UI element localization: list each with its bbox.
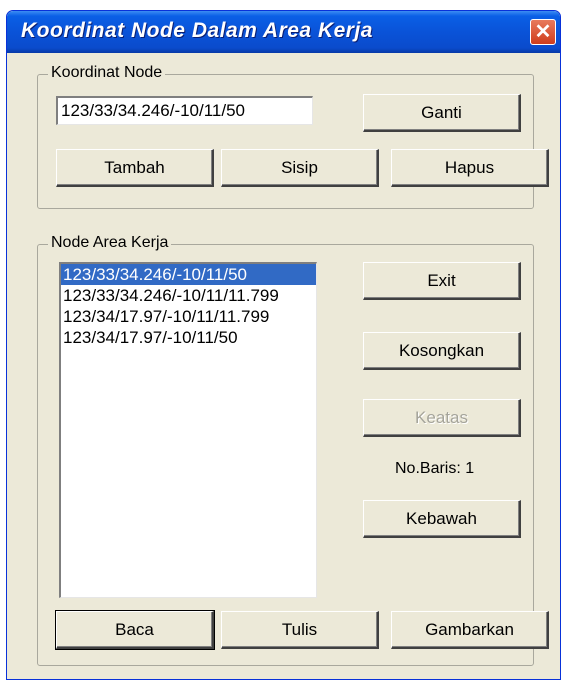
close-button[interactable]: ✕	[530, 19, 556, 45]
keatas-label: Keatas	[415, 407, 468, 427]
window-title: Koordinat Node Dalam Area Kerja	[21, 19, 373, 42]
kebawah-label: Kebawah	[406, 508, 477, 528]
tulis-label: Tulis	[281, 619, 318, 639]
exit-label: Exit	[427, 270, 456, 290]
close-icon: ✕	[534, 21, 552, 43]
hapus-label: Hapus	[444, 157, 495, 177]
gambarkan-button[interactable]: Gambarkan	[391, 611, 549, 649]
title-bar[interactable]: Koordinat Node Dalam Area Kerja ✕	[7, 11, 560, 53]
node-area-kerja-legend: Node Area Kerja	[48, 234, 172, 252]
sisip-label: Sisip	[281, 157, 318, 177]
tambah-button[interactable]: Tambah	[56, 149, 214, 187]
hapus-button[interactable]: Hapus	[391, 149, 549, 187]
tulis-button[interactable]: Tulis	[221, 611, 379, 649]
koordinat-node-legend: Koordinat Node	[48, 64, 166, 82]
list-item[interactable]: 123/33/34.246/-10/11/11.799	[61, 285, 316, 306]
sisip-button[interactable]: Sisip	[221, 149, 379, 187]
kosongkan-label: Kosongkan	[398, 340, 485, 360]
list-item[interactable]: 123/33/34.246/-10/11/50	[61, 264, 316, 285]
ganti-label: Ganti	[421, 102, 462, 122]
koordinat-input[interactable]	[56, 96, 313, 125]
nobaris-label: No.Baris: 1	[395, 460, 475, 477]
kebawah-button[interactable]: Kebawah	[363, 500, 521, 538]
tambah-label: Tambah	[104, 157, 165, 177]
gambarkan-label: Gambarkan	[425, 619, 514, 639]
keatas-button[interactable]: Keatas	[363, 399, 521, 437]
list-item[interactable]: 123/34/17.97/-10/11/11.799	[61, 306, 316, 327]
baca-button[interactable]: Baca	[55, 610, 215, 650]
list-item[interactable]: 123/34/17.97/-10/11/50	[61, 327, 316, 348]
ganti-button[interactable]: Ganti	[363, 94, 521, 132]
node-listbox[interactable]: 123/33/34.246/-10/11/50 123/33/34.246/-1…	[59, 262, 317, 598]
exit-button[interactable]: Exit	[363, 262, 521, 300]
kosongkan-button[interactable]: Kosongkan	[363, 332, 521, 370]
baca-label: Baca	[115, 619, 154, 639]
dialog-window: Koordinat Node Dalam Area Kerja ✕ Koordi…	[6, 10, 561, 680]
